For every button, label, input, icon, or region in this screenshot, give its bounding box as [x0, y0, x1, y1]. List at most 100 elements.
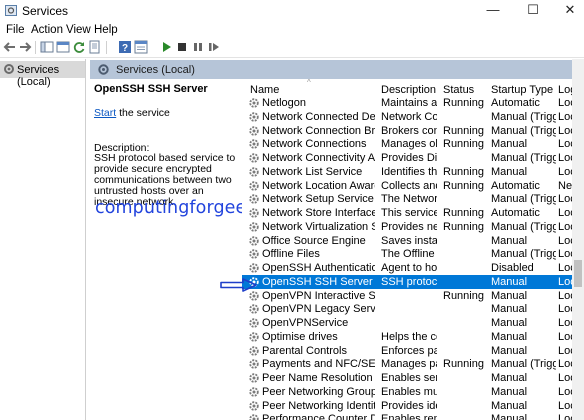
service-description: Brokers con... [381, 124, 437, 137]
service-description: Provides net... [381, 220, 437, 233]
maximize-button[interactable]: ☐ [515, 0, 551, 22]
service-name: Netlogon [262, 97, 307, 109]
menu-view[interactable]: View [66, 24, 91, 36]
service-description: The Offline ... [381, 248, 437, 261]
minimize-button[interactable]: — [475, 0, 511, 22]
column-header-name[interactable]: Name [250, 84, 279, 96]
service-row[interactable]: Optimise drives Helps the co... Manual Loc [242, 330, 584, 344]
service-description: This service ... [381, 207, 437, 219]
tree-item-services-local[interactable]: Services (Local) [0, 61, 85, 88]
service-name: Network Connectivity Assist... [262, 152, 375, 164]
service-row[interactable]: Peer Networking Grouping Enables mul... Ma… [242, 385, 584, 399]
service-gear-icon [249, 249, 259, 259]
play-icon[interactable] [159, 40, 173, 54]
service-description: Agent to hol... [381, 262, 437, 274]
show-hide-tree-icon[interactable] [40, 40, 54, 54]
menu-help[interactable]: Help [94, 24, 118, 36]
service-name: Network Virtualization Service [262, 220, 375, 233]
service-row[interactable]: OpenVPNService Manual Loc [242, 316, 584, 330]
service-row[interactable]: Network Location Awareness Collects and .… [242, 179, 584, 193]
column-header-status[interactable]: Status [443, 84, 474, 96]
console-icon[interactable] [56, 40, 70, 54]
service-row[interactable]: Network Connectivity Assist... Provides D… [242, 151, 584, 165]
service-log-on-as: Loc [558, 152, 572, 164]
service-gear-icon [249, 208, 259, 218]
service-name: Network Connected Devices ... [262, 110, 375, 123]
properties-icon[interactable] [134, 40, 148, 54]
service-row[interactable]: Payments and NFC/SE Mana... Manages pa...… [242, 357, 584, 371]
service-startup-type: Disabled [491, 262, 534, 274]
service-description: Helps the co... [381, 330, 437, 343]
menu-bar: File Action View Help [0, 22, 584, 39]
service-row[interactable]: Network Virtualization Service Provides n… [242, 220, 584, 234]
service-log-on-as: Loc [558, 165, 572, 178]
service-log-on-as: Loc [558, 138, 572, 151]
service-log-on-as: Loc [558, 372, 572, 384]
service-name: Payments and NFC/SE Mana... [262, 358, 375, 371]
selected-service-title: OpenSSH SSH Server [94, 83, 208, 95]
service-row[interactable]: Performance Counter DLL H... Enables rem.… [242, 412, 584, 420]
service-startup-type: Manual (Trigg... [491, 220, 556, 233]
service-log-on-as: Loc [558, 344, 572, 357]
service-row[interactable]: Netlogon Maintains a ... Running Automatic L… [242, 96, 584, 110]
service-description: The Network... [381, 193, 437, 206]
service-row[interactable]: Peer Name Resolution Proto... Enables ser… [242, 371, 584, 385]
column-header-startup-type[interactable]: Startup Type [491, 84, 553, 96]
service-gear-icon [249, 263, 259, 273]
service-row[interactable]: Office Source Engine Saves install... Manu… [242, 234, 584, 248]
service-startup-type: Manual [491, 330, 528, 343]
service-log-on-as: Loc [558, 97, 572, 109]
service-row[interactable]: Network Connected Devices ... Network Co.… [242, 110, 584, 124]
service-log-on-as: Loc [558, 289, 572, 302]
service-row[interactable]: Peer Networking Identity M... Provides id… [242, 399, 584, 413]
scrollbar-thumb[interactable] [574, 260, 582, 287]
forward-icon[interactable] [18, 40, 32, 54]
service-status: Running [443, 138, 484, 151]
service-row[interactable]: Network Connections Manages ob... Running M… [242, 137, 584, 151]
service-name: Network Connection Broker [262, 124, 375, 137]
column-header-description[interactable]: Description [381, 84, 436, 96]
back-icon[interactable] [3, 40, 17, 54]
services-gear-icon [98, 64, 109, 75]
service-log-on-as: Loc [558, 358, 572, 371]
service-row[interactable]: Offline Files The Offline ... Manual (Trig… [242, 247, 584, 261]
menu-action[interactable]: Action [31, 24, 63, 36]
pause-icon[interactable] [191, 40, 205, 54]
service-log-on-as: Loc [558, 110, 572, 123]
service-row-selected[interactable]: OpenSSH SSH Server SSH protoco... Manual Lo… [242, 274, 584, 289]
help-icon[interactable]: ? [118, 40, 132, 54]
service-row[interactable]: Network Setup Service The Network... Manua… [242, 192, 584, 206]
service-log-on-as: Loc [558, 303, 572, 316]
title-bar: Services — ☐ ✕ [0, 0, 584, 22]
service-row[interactable]: Network Connection Broker Brokers con... R… [242, 124, 584, 138]
refresh-icon[interactable] [72, 40, 86, 54]
menu-file[interactable]: File [6, 24, 25, 36]
service-row[interactable]: Network List Service Identifies th... Runn… [242, 165, 584, 179]
service-status: Running [443, 124, 484, 137]
service-name: Network List Service [262, 165, 363, 178]
service-name: Network Connections [262, 138, 367, 151]
restart-icon[interactable] [207, 40, 221, 54]
service-description: Enables serv... [381, 372, 437, 384]
service-startup-type: Manual (Trigg... [491, 110, 556, 123]
service-row[interactable]: OpenVPN Legacy Service Manual Loc [242, 302, 584, 316]
services-app-icon [5, 5, 17, 16]
service-log-on-as: Loc [558, 413, 572, 420]
export-icon[interactable] [88, 40, 102, 54]
service-name: Performance Counter DLL H... [262, 413, 375, 420]
service-row[interactable]: OpenSSH Authentication Ag... Agent to hol… [242, 261, 584, 275]
stop-icon[interactable] [175, 40, 189, 54]
service-gear-icon [249, 167, 259, 177]
service-gear-icon [249, 98, 259, 108]
vertical-scrollbar[interactable] [572, 59, 584, 420]
service-row[interactable]: Network Store Interface Ser... This servi… [242, 206, 584, 220]
service-gear-icon [249, 332, 259, 342]
service-log-on-as: Loc [558, 262, 572, 274]
service-log-on-as: Loc [558, 399, 572, 412]
service-startup-type: Manual [491, 289, 528, 302]
service-row[interactable]: OpenVPN Interactive Service Running Manual… [242, 289, 584, 303]
service-log-on-as: Loc [558, 275, 572, 288]
close-button[interactable]: ✕ [552, 0, 584, 22]
service-row[interactable]: Parental Controls Enforces par... Manual Lo… [242, 344, 584, 358]
start-service-link[interactable]: Start [94, 107, 116, 119]
